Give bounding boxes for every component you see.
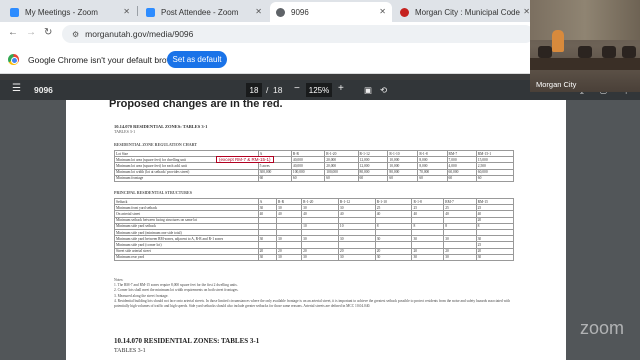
table-cell: 30 [301, 253, 339, 261]
table-cell: 30 [411, 253, 445, 261]
next-section-title: 10.14.070 RESIDENTIAL ZONES: TABLES 3-1 [114, 337, 260, 345]
next-section-subtitle: TABLES 3-1 [114, 348, 146, 354]
tab-morgan-city-code[interactable]: Morgan City : Municipal Code ✕ [394, 2, 536, 22]
video-label: Morgan City [536, 80, 577, 89]
pdf-title: 9096 [34, 85, 53, 95]
residential-zone-table: Lot Size A R-R R-1-20 R-1-12 R-1-10 R-1-8 RM-7 R… [114, 149, 515, 182]
table-cell: 30 [276, 253, 303, 261]
tab-my-meetings[interactable]: My Meetings - Zoom ✕ [4, 2, 136, 22]
site-icon [400, 7, 409, 17]
principal-structures-table: Setback A R-R R-1-20 R-1-12 R-1-10 R-1-8 RM-7 RM… [114, 197, 515, 261]
table-cell: 30 [257, 253, 278, 261]
table-cell: 60 [475, 174, 515, 182]
tab-title: My Meetings - Zoom [25, 7, 98, 17]
menu-icon[interactable]: ☰ [12, 83, 21, 94]
site-info-icon[interactable]: ⚙ [72, 30, 79, 39]
tab-title: Post Attendee - Zoom [161, 7, 239, 17]
tab-post-attendee[interactable]: Post Attendee - Zoom ✕ [140, 2, 268, 22]
fit-page-icon[interactable]: ▣ [364, 85, 372, 96]
table-cell: 60 [257, 174, 292, 182]
table-cell: 60 [290, 174, 326, 182]
room-wall [530, 0, 640, 40]
table-notes: Notes: 1. The RM-7 and RM-15 zones requi… [114, 278, 524, 309]
table-cell: Minimum rear yard [114, 253, 259, 261]
zoom-out-button[interactable]: − [294, 83, 300, 94]
page-separator: / [266, 85, 269, 95]
table-cell: 60 [357, 174, 389, 182]
zoom-in-button[interactable]: + [338, 83, 344, 94]
tab-divider [137, 6, 138, 16]
reload-icon[interactable]: ↻ [44, 27, 52, 38]
table-cell: 60 [417, 174, 448, 182]
council-desk [530, 58, 640, 70]
participant [552, 30, 564, 52]
section-subtitle: TABLES 3-1 [114, 129, 136, 134]
back-icon[interactable]: ← [8, 27, 18, 38]
url-text: morganutah.gov/media/9096 [85, 29, 194, 39]
address-bar[interactable]: ⚙ morganutah.gov/media/9096 [62, 25, 534, 43]
table-cell: 60 [387, 174, 419, 182]
page-number-input[interactable]: 18 [246, 83, 262, 97]
set-default-button[interactable]: Set as default [167, 51, 227, 68]
pdf-page: Proposed changes are in the red. 10.14.0… [66, 100, 566, 360]
proposed-changes-heading: Proposed changes are in the red. [109, 100, 283, 110]
table-cell: 60 [446, 174, 477, 182]
chrome-icon [8, 54, 19, 65]
tab-title: Morgan City : Municipal Code [415, 7, 520, 17]
chair [602, 46, 616, 58]
proposed-change-annotation: (except RM-7 & RM-15-1) [216, 156, 274, 163]
table-cell: 30 [443, 253, 477, 261]
forward-icon[interactable]: → [26, 27, 36, 38]
tab-9096[interactable]: 9096 ✕ [270, 2, 392, 22]
close-icon[interactable]: ✕ [379, 7, 386, 16]
table-cell: 30 [337, 253, 376, 261]
table-cell: 60 [324, 174, 359, 182]
close-icon[interactable]: ✕ [255, 7, 262, 16]
zoom-watermark: zoom [580, 318, 625, 338]
table-cell: Minimum frontage [114, 174, 259, 182]
table-cell: 30 [475, 253, 515, 261]
note-item: 4. Residential building lots should not … [114, 298, 510, 309]
zoom-icon [10, 7, 19, 17]
table-row: Minimum frontage 60 60 60 60 60 60 60 60 [114, 174, 515, 182]
table1-title: RESIDENTIAL ZONE REGULATION CHART [114, 142, 198, 147]
pdf-viewport[interactable]: Proposed changes are in the red. 10.14.0… [0, 100, 640, 360]
rotate-icon[interactable]: ⟲ [380, 85, 387, 96]
webcam-feed: Morgan City [530, 0, 640, 92]
globe-icon [276, 7, 285, 17]
zoom-icon [146, 7, 155, 17]
table2-title: PRINCIPAL RESIDENTIAL STRUCTURES [114, 190, 192, 195]
close-icon[interactable]: ✕ [523, 7, 530, 16]
chair [578, 46, 592, 58]
page-total: 18 [273, 85, 283, 95]
table-cell: 30 [374, 253, 413, 261]
chair [538, 46, 552, 58]
zoom-level-input[interactable]: 125% [306, 83, 332, 97]
infobar-message: Google Chrome isn't your default browser [28, 55, 185, 65]
table-row: Minimum rear yard 30 30 30 30 30 30 30 30 [114, 253, 515, 261]
chair [622, 46, 636, 58]
close-icon[interactable]: ✕ [123, 7, 130, 16]
